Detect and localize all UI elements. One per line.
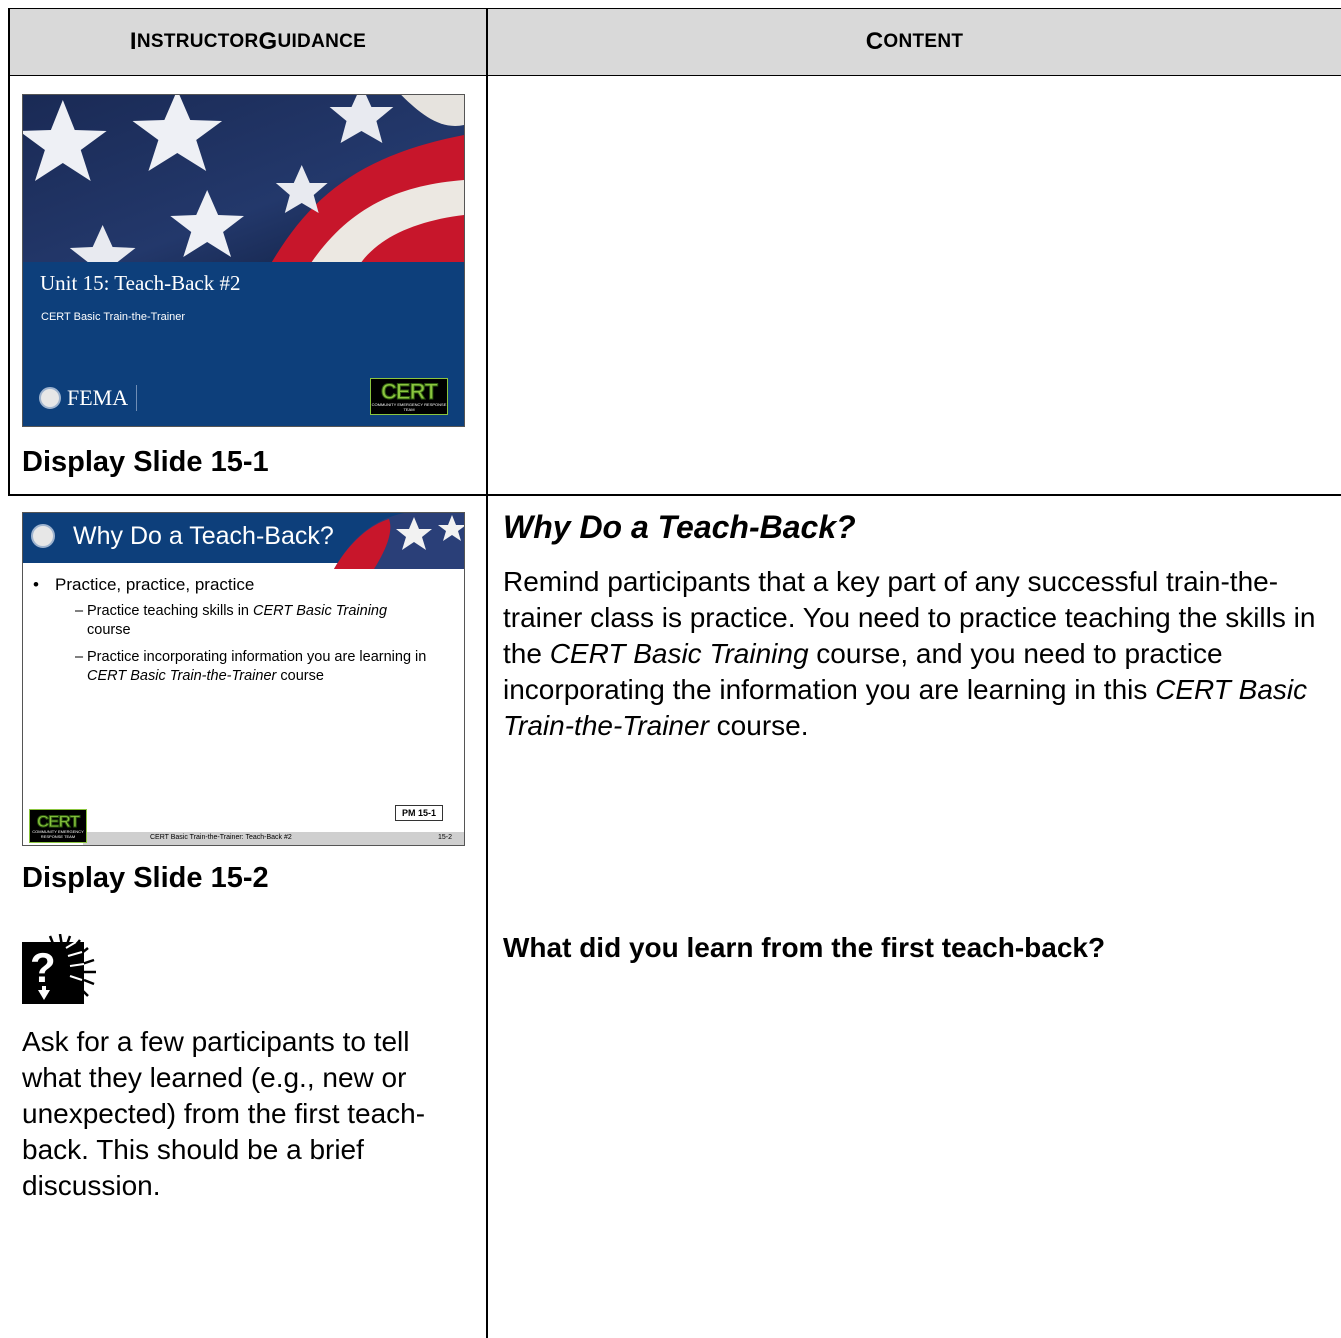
svg-text:?: ? (30, 944, 56, 991)
flag-corner-image (334, 513, 464, 569)
slide-bullet: Practice, practice, practice (33, 575, 254, 595)
slide-15-1-thumbnail: Unit 15: Teach-Back #2 CERT Basic Train-… (22, 94, 465, 427)
fema-logo: FEMA (39, 385, 138, 411)
slide-subbullet-1: – Practice teaching skills in CERT Basic … (75, 603, 388, 638)
subbullet-2-tail: course (276, 668, 324, 684)
header-left-initial2: G (258, 28, 278, 55)
cert-logo-subtitle: COMMUNITY EMERGENCY RESPONSE TEAM (32, 829, 84, 839)
slide-caption-15-2: Display Slide 15-2 (22, 862, 269, 894)
slide-title: Unit 15: Teach-Back #2 (40, 271, 241, 295)
content-heading: Why Do a Teach-Back? (503, 509, 856, 545)
header-content: C ONTENT (487, 8, 1341, 76)
discussion-question: What did you learn from the first teach-… (503, 932, 1106, 963)
content-paragraph: Remind participants that a key part of a… (503, 564, 1338, 744)
subbullet-1-italic: CERT Basic Training (253, 603, 388, 619)
cert-logo-wordmark: CERT (36, 812, 80, 832)
subbullet-2-text: Practice incorporating information you a… (87, 649, 427, 665)
pm-reference-label: PM 15-1 (395, 805, 444, 821)
slide-footer-text: CERT Basic Train-the-Trainer: Teach-Back… (150, 834, 292, 841)
slide-caption-15-1: Display Slide 15-1 (22, 446, 269, 478)
dhs-seal-icon (31, 524, 55, 548)
header-left-rest: NSTRUCTOR (136, 31, 259, 52)
slide-footer: CERT Basic Train-the-Trainer: Teach-Back… (83, 832, 464, 845)
slide-title: Why Do a Teach-Back? (73, 522, 334, 550)
header-right-initial: C (865, 28, 884, 55)
question-discussion-icon: ? (22, 934, 96, 1004)
header-left-initial: I (129, 28, 137, 55)
fema-wordmark: FEMA (67, 385, 129, 410)
slide-subbullet-2: – Practice incorporating information you … (75, 649, 427, 684)
cert-logo: CERT COMMUNITY EMERGENCY RESPONSE TEAM (370, 378, 448, 415)
column-divider (486, 8, 488, 1338)
slide-page-number: 15-2 (437, 834, 452, 841)
subbullet-1-tail: course (87, 622, 131, 638)
logo-separator (136, 385, 138, 411)
row-divider (8, 494, 1341, 496)
dhs-seal-icon (39, 387, 61, 409)
header-left-rest2: UIDANCE (277, 31, 367, 52)
paragraph-italic-b: CERT Basic Training (549, 638, 809, 669)
slide-15-2-thumbnail: Why Do a Teach-Back? Practice, practice,… (22, 512, 465, 846)
guidance-discussion-text: Ask for a few participants to tell what … (22, 1026, 426, 1201)
flag-stars-image (23, 95, 464, 262)
header-right-rest: ONTENT (883, 31, 964, 52)
slide-subtitle: CERT Basic Train-the-Trainer (41, 311, 186, 323)
cert-logo-wordmark: CERT (381, 379, 439, 405)
header-instructor-guidance: I NSTRUCTOR G UIDANCE (8, 8, 487, 76)
table-left-border (8, 8, 10, 496)
subbullet-1-text: Practice teaching skills in (87, 603, 254, 619)
paragraph-text-e: course. (708, 710, 809, 741)
cert-logo-subtitle: COMMUNITY EMERGENCY RESPONSE TEAM (371, 402, 447, 412)
cert-logo: CERT COMMUNITY EMERGENCY RESPONSE TEAM (29, 809, 87, 843)
subbullet-2-italic: CERT Basic Train-the-Trainer (87, 668, 277, 684)
